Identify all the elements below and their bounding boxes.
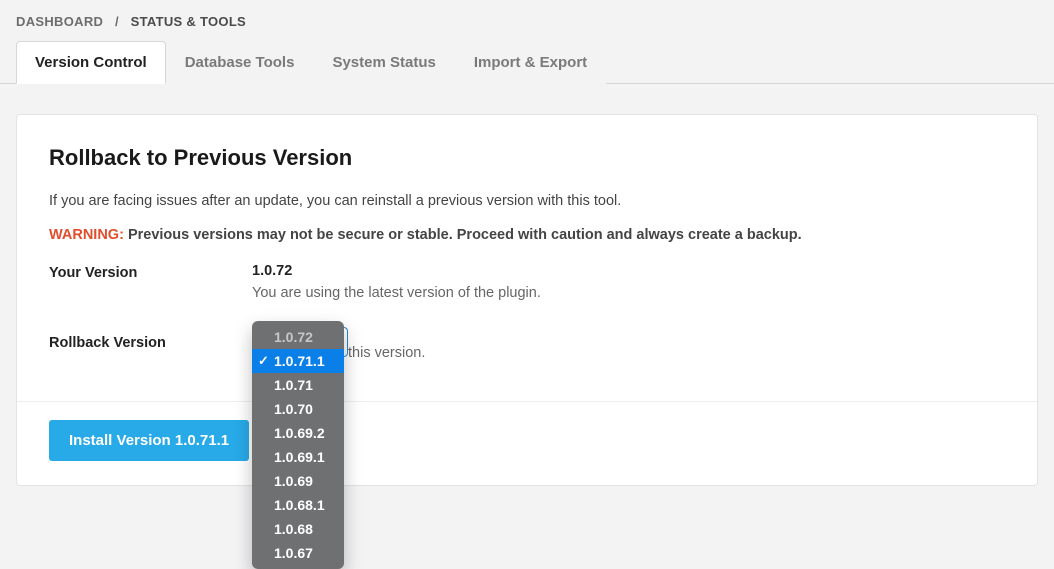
breadcrumb-current: STATUS & TOOLS [131, 14, 246, 29]
your-version-note: You are using the latest version of the … [252, 285, 541, 301]
rollback-panel: Rollback to Previous Version If you are … [16, 114, 1038, 486]
tab-bar: Version Control Database Tools System St… [0, 41, 1054, 84]
rollback-option[interactable]: 1.0.68.1 [252, 493, 344, 517]
breadcrumb: DASHBOARD / STATUS & TOOLS [0, 0, 1054, 41]
warning-prefix: WARNING: [49, 227, 124, 243]
your-version-label: Your Version [49, 263, 252, 281]
breadcrumb-root-link[interactable]: DASHBOARD [16, 14, 103, 29]
your-version-value: 1.0.72 [252, 263, 541, 279]
intro-text: If you are facing issues after an update… [49, 193, 1005, 209]
warning-text: Previous versions may not be secure or s… [124, 227, 802, 243]
rollback-option[interactable]: 1.0.71 [252, 373, 344, 397]
tab-system-status[interactable]: System Status [313, 41, 454, 84]
rollback-version-row: Rollback Version 1.0.72 1.0.71.1 1.0.71 … [49, 333, 1005, 361]
rollback-option[interactable]: 1.0.69.1 [252, 445, 344, 469]
breadcrumb-sep: / [107, 14, 127, 29]
warning-line: WARNING: Previous versions may not be se… [49, 227, 1005, 243]
section-title: Rollback to Previous Version [49, 145, 1005, 171]
rollback-dropdown-list: 1.0.72 1.0.71.1 1.0.71 1.0.70 1.0.69.2 1… [252, 321, 344, 569]
rollback-option: 1.0.72 [252, 325, 344, 349]
rollback-option[interactable]: 1.0.68 [252, 517, 344, 541]
rollback-option[interactable]: 1.0.71.1 [252, 349, 344, 373]
rollback-version-label: Rollback Version [49, 333, 252, 351]
rollback-option[interactable]: 1.0.67 [252, 541, 344, 565]
rollback-option[interactable]: 1.0.69 [252, 469, 344, 493]
rollback-option[interactable]: 1.0.70 [252, 397, 344, 421]
tab-database-tools[interactable]: Database Tools [166, 41, 314, 84]
tab-version-control[interactable]: Version Control [16, 41, 166, 84]
your-version-row: Your Version 1.0.72 You are using the la… [49, 263, 1005, 301]
rollback-option[interactable]: 1.0.69.2 [252, 421, 344, 445]
tab-import-export[interactable]: Import & Export [455, 41, 606, 84]
install-version-button[interactable]: Install Version 1.0.71.1 [49, 420, 249, 461]
